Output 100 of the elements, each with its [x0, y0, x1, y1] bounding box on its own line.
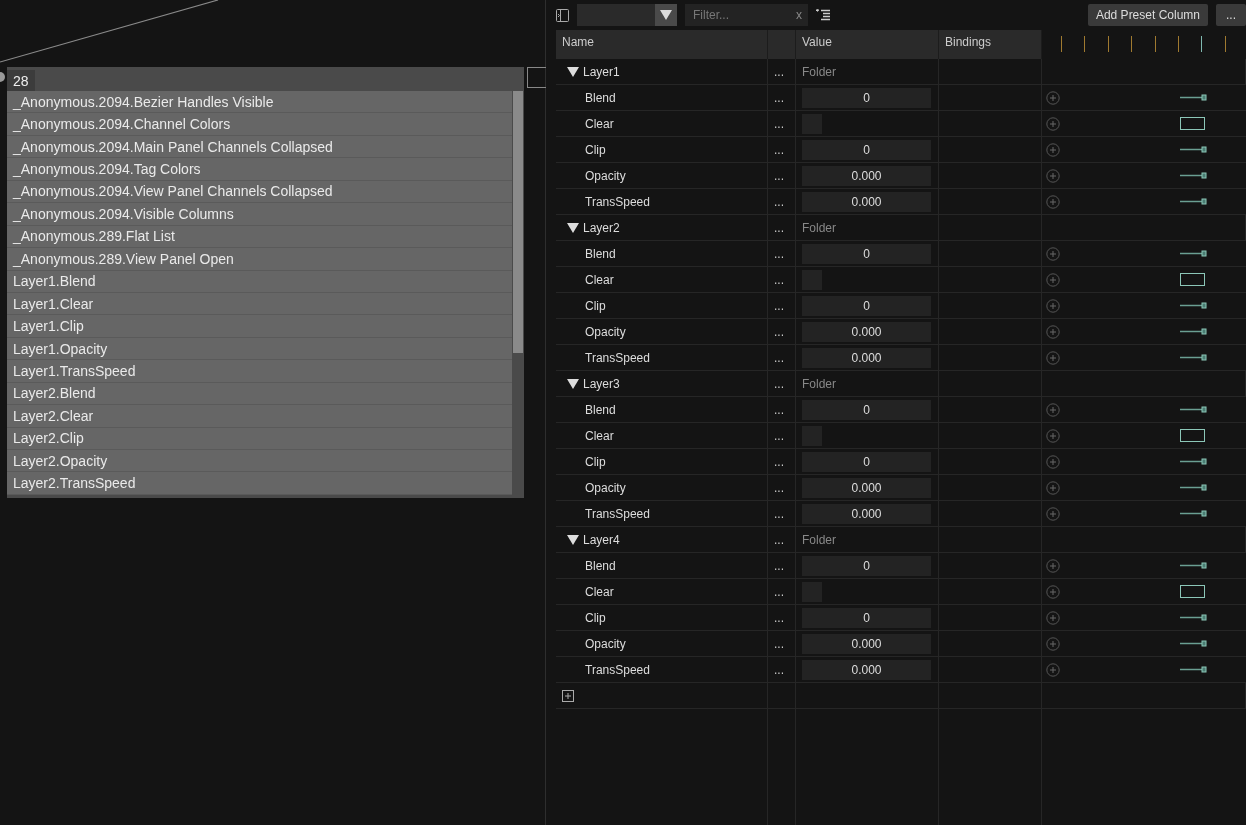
row-menu-button[interactable]: ... — [774, 272, 784, 287]
add-keyframe-icon[interactable] — [1046, 246, 1060, 261]
row-menu-button[interactable]: ... — [774, 194, 784, 209]
add-keyframe-icon[interactable] — [1046, 168, 1060, 183]
parameter-name[interactable]: Opacity — [562, 636, 626, 651]
parameter-name[interactable]: Clip — [562, 298, 606, 313]
timeline-marker[interactable] — [1131, 36, 1133, 52]
row-menu-button[interactable]: ... — [774, 324, 784, 339]
parameter-name[interactable]: Clear — [562, 428, 614, 443]
row-menu-button[interactable]: ... — [774, 480, 784, 495]
row-menu-button[interactable]: ... — [774, 532, 784, 547]
dropdown-button[interactable] — [655, 4, 677, 26]
row-menu-button[interactable]: ... — [774, 298, 784, 313]
list-indent-icon[interactable] — [816, 8, 830, 22]
add-keyframe-icon[interactable] — [1046, 324, 1060, 339]
value-field[interactable]: 0.000 — [802, 477, 931, 498]
parameter-name[interactable]: Blend — [562, 558, 616, 573]
add-keyframe-icon[interactable] — [1046, 636, 1060, 651]
timeline-marker[interactable] — [1084, 36, 1086, 52]
parameter-name[interactable]: Clip — [562, 610, 606, 625]
list-item[interactable]: _Anonymous.289.View Panel Open — [7, 248, 512, 271]
timeline-marker[interactable] — [1178, 36, 1179, 52]
list-item[interactable]: _Anonymous.2094.Channel Colors — [7, 113, 512, 136]
value-field[interactable]: 0.000 — [802, 347, 931, 368]
expanded-triangle-icon[interactable] — [567, 222, 579, 233]
add-preset-column-button[interactable]: Add Preset Column — [1087, 4, 1208, 26]
folder-name[interactable]: Layer1 — [583, 64, 620, 79]
parameter-name[interactable]: Opacity — [562, 480, 626, 495]
value-field[interactable]: 0 — [802, 451, 931, 472]
parameter-name[interactable]: Clear — [562, 116, 614, 131]
timeline-marker[interactable] — [1061, 36, 1062, 52]
parameter-name[interactable]: Clip — [562, 142, 606, 157]
row-menu-button[interactable]: ... — [774, 350, 784, 365]
value-field[interactable]: 0 — [802, 555, 931, 576]
add-keyframe-icon[interactable] — [1046, 662, 1060, 677]
value-field[interactable]: 0.000 — [802, 165, 931, 186]
row-menu-button[interactable]: ... — [774, 506, 784, 521]
list-item[interactable]: _Anonymous.2094.Visible Columns — [7, 203, 512, 226]
add-keyframe-icon[interactable] — [1046, 298, 1060, 313]
parameter-name[interactable]: Blend — [562, 90, 616, 105]
list-item[interactable]: Layer2.Blend — [7, 382, 512, 406]
expanded-triangle-icon[interactable] — [567, 378, 579, 389]
value-field[interactable]: 0.000 — [802, 191, 931, 212]
row-menu-button[interactable]: ... — [774, 584, 784, 599]
row-menu-button[interactable]: ... — [774, 168, 784, 183]
list-item[interactable]: _Anonymous.2094.Main Panel Channels Collapsed — [7, 135, 512, 159]
row-menu-button[interactable]: ... — [774, 662, 784, 677]
list-item[interactable]: _Anonymous.2094.View Panel Channels Collapsed — [7, 180, 512, 204]
row-menu-button[interactable]: ... — [774, 220, 784, 235]
add-keyframe-icon[interactable] — [1046, 90, 1060, 105]
parameter-name[interactable]: TransSpeed — [562, 662, 650, 677]
dropdown[interactable] — [577, 4, 677, 26]
scrollbar-thumb[interactable] — [513, 91, 523, 353]
row-menu-button[interactable]: ... — [774, 116, 784, 131]
list-item[interactable]: Layer1.Clip — [7, 315, 512, 338]
folder-name[interactable]: Layer3 — [583, 376, 620, 391]
list-item[interactable]: Layer2.Opacity — [7, 450, 512, 473]
timeline-marker[interactable] — [1107, 36, 1109, 52]
value-field[interactable]: 0.000 — [802, 321, 931, 342]
column-header[interactable]: Name — [556, 30, 768, 59]
add-keyframe-icon[interactable] — [1046, 194, 1060, 209]
list-item[interactable]: _Anonymous.2094.Tag Colors — [7, 158, 512, 181]
add-keyframe-icon[interactable] — [1046, 402, 1060, 417]
add-keyframe-icon[interactable] — [1046, 584, 1060, 599]
parameter-name[interactable]: Clear — [562, 584, 614, 599]
value-field[interactable]: 0 — [802, 399, 931, 420]
add-keyframe-icon[interactable] — [1046, 350, 1060, 365]
row-menu-button[interactable]: ... — [774, 454, 784, 469]
add-keyframe-icon[interactable] — [1046, 610, 1060, 625]
parameter-name[interactable]: TransSpeed — [562, 506, 650, 521]
more-button[interactable]: ... — [1216, 4, 1246, 26]
add-keyframe-icon[interactable] — [1046, 142, 1060, 157]
add-keyframe-icon[interactable] — [1046, 506, 1060, 521]
row-menu-button[interactable]: ... — [774, 246, 784, 261]
folder-name[interactable]: Layer2 — [583, 220, 620, 235]
list-item[interactable]: Layer1.Blend — [7, 270, 512, 293]
value-field[interactable]: 0.000 — [802, 633, 931, 654]
folder-name[interactable]: Layer4 — [583, 532, 620, 547]
list-item[interactable]: Layer2.TransSpeed — [7, 472, 512, 495]
add-keyframe-icon[interactable] — [1046, 480, 1060, 495]
value-field[interactable]: 0 — [802, 295, 931, 316]
expanded-triangle-icon[interactable] — [567, 534, 579, 545]
sidebar-toggle-icon[interactable] — [556, 8, 569, 22]
value-field[interactable]: 0 — [802, 607, 931, 628]
add-icon[interactable] — [562, 689, 574, 702]
row-menu-button[interactable]: ... — [774, 636, 784, 651]
row-menu-button[interactable]: ... — [774, 376, 784, 391]
filter-field[interactable]: Filter... x — [685, 4, 808, 26]
parameter-name[interactable]: TransSpeed — [562, 350, 650, 365]
timeline-marker[interactable] — [1224, 36, 1226, 52]
parameter-name[interactable]: Clear — [562, 272, 614, 287]
parameter-name[interactable]: TransSpeed — [562, 194, 650, 209]
list-item[interactable]: Layer2.Clip — [7, 427, 512, 450]
value-field[interactable]: 0.000 — [802, 503, 931, 524]
row-menu-button[interactable]: ... — [774, 558, 784, 573]
add-keyframe-icon[interactable] — [1046, 454, 1060, 469]
list-item[interactable]: Layer1.Clear — [7, 292, 512, 316]
expanded-triangle-icon[interactable] — [567, 66, 579, 77]
row-menu-button[interactable]: ... — [774, 64, 784, 79]
timeline-marker[interactable] — [1201, 36, 1203, 52]
